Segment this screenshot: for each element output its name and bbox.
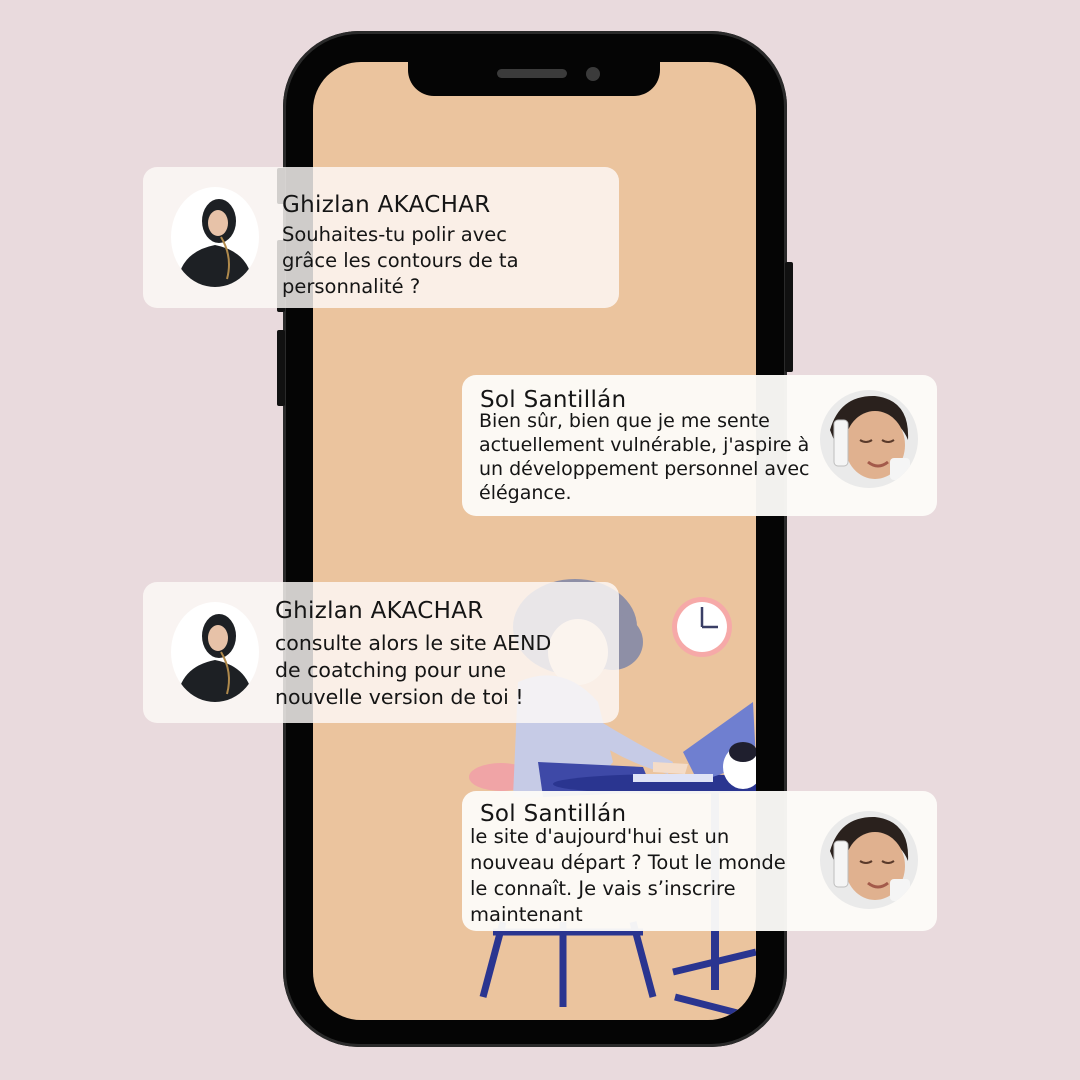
sender-name: Ghizlan AKACHAR <box>275 598 484 624</box>
phone-volume-down-button <box>277 330 285 406</box>
chat-message-sol-1: Sol Santillán Bien sûr, bien que je me s… <box>462 375 937 516</box>
woman-skincare-avatar-icon <box>820 390 918 488</box>
message-text: consulte alors le site AEND de coatching… <box>275 631 552 709</box>
woman-hijab-avatar-icon <box>171 187 259 287</box>
phone-speaker <box>497 69 567 78</box>
woman-skincare-avatar-icon <box>820 811 918 909</box>
message-text: Bien sûr, bien que je me sente actuellem… <box>479 410 810 504</box>
woman-hijab-avatar-icon <box>171 602 259 702</box>
chat-message-sol-2: Sol Santillán le site d'aujourd'hui est … <box>462 791 937 931</box>
sender-name: Ghizlan AKACHAR <box>282 192 491 218</box>
message-text: Souhaites-tu polir avec grâce les contou… <box>282 223 519 298</box>
chat-message-ghizlan-1: Ghizlan AKACHAR Souhaites-tu polir avec … <box>143 167 619 308</box>
message-text: le site d'aujourd'hui est un nouveau dép… <box>470 825 786 926</box>
phone-power-button <box>785 262 793 372</box>
chat-message-ghizlan-2: Ghizlan AKACHAR consulte alors le site A… <box>143 582 619 723</box>
phone-camera <box>586 67 600 81</box>
